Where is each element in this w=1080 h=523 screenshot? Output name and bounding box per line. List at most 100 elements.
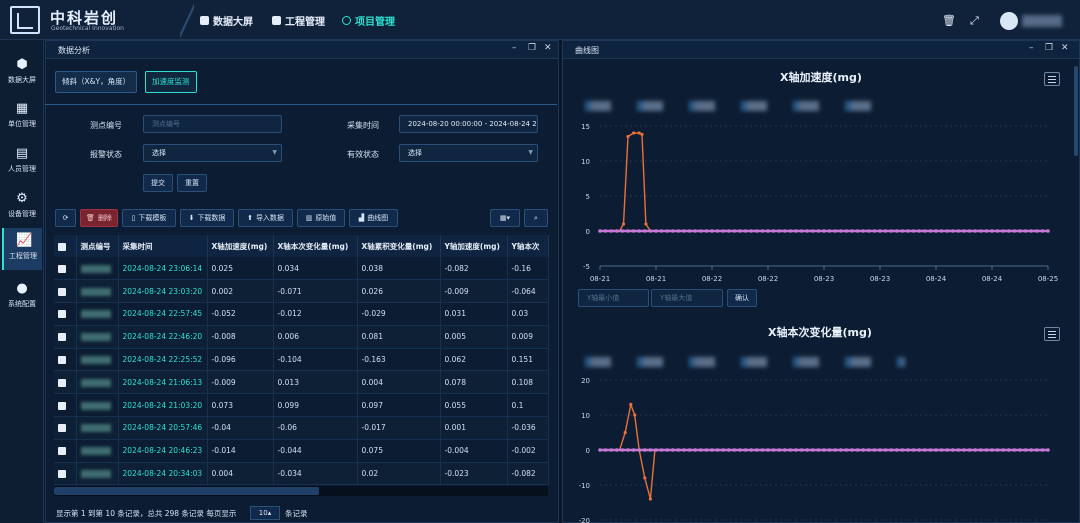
data-point (788, 229, 793, 233)
table-cell: 0.026 (357, 279, 441, 304)
table-row[interactable]: 2024-08-24 20:57:46 -0.04 -0.06 -0.017 0.001… (54, 416, 549, 440)
chart-legend[interactable] (585, 357, 905, 367)
fullscreen-icon[interactable]: ⤢ (970, 14, 979, 28)
download-data-button[interactable]: ⬇ 下载数据 (180, 209, 234, 227)
table-cell: -0.06 (273, 416, 358, 440)
chart-menu-icon[interactable] (1044, 327, 1060, 341)
nav-project-mgmt[interactable]: 工程管理 (272, 12, 325, 28)
sidebar-item-unit[interactable]: ▦ 单位管理 (2, 96, 42, 138)
chart-menu-icon[interactable] (1044, 72, 1060, 86)
alarm-select[interactable]: 选择 ▼ (143, 144, 282, 162)
restore-icon[interactable]: ❐ (528, 43, 536, 53)
sidebar-item-project[interactable]: 📈 工程管理 (2, 228, 42, 270)
data-point (693, 448, 697, 452)
time-range-input[interactable]: 2024-08-20 00:00:00 - 2024-08-24 2 (399, 115, 538, 133)
people-icon: ▤ (15, 146, 29, 161)
row-checkbox[interactable] (54, 348, 77, 372)
column-header[interactable]: Y轴加速度(mg) (440, 235, 508, 257)
scroll-thumb[interactable] (54, 487, 319, 495)
tab-tilt[interactable]: 倾斜（X&Y，角度） (55, 71, 138, 93)
table-row[interactable]: 2024-08-24 22:57:45 -0.052 -0.012 -0.029 0.0… (54, 302, 549, 326)
data-point (895, 448, 899, 452)
row-checkbox[interactable] (54, 302, 77, 326)
table-row[interactable]: 2024-08-24 20:34:03 0.004 -0.034 0.02 -0.023… (54, 462, 549, 486)
delete-button[interactable]: 🗑 删除 (80, 209, 118, 227)
user-name[interactable] (1022, 15, 1062, 27)
page-size-select[interactable]: 10▴ (250, 506, 280, 520)
data-point (844, 448, 849, 452)
close-icon[interactable]: ✕ (1061, 43, 1069, 53)
table-row[interactable]: 2024-08-24 23:06:14 0.025 0.034 0.038 -0.082… (54, 257, 549, 281)
download-template-button[interactable]: ▯ 下载模板 (122, 209, 176, 227)
column-header[interactable]: 采集时间 (118, 235, 208, 257)
sidebar-item-system[interactable]: ● 系统配置 (2, 276, 42, 318)
valid-select[interactable]: 选择 ▼ (399, 144, 538, 162)
column-header[interactable]: X轴累积变化量(mg) (357, 235, 441, 257)
tab-acceleration[interactable]: 加速度监测 (145, 71, 197, 93)
columns-button[interactable]: ▦▾ (490, 209, 520, 227)
data-point (760, 448, 765, 452)
row-checkbox[interactable] (54, 370, 77, 395)
submit-button[interactable]: 提交 (143, 174, 173, 192)
minimize-icon[interactable]: – (512, 43, 517, 53)
import-data-button[interactable]: ⬆ 导入数据 (238, 209, 293, 227)
vertical-scrollbar[interactable] (1074, 66, 1078, 156)
nav-data-screen[interactable]: 数据大屏 (200, 12, 253, 28)
table-row[interactable]: 2024-08-24 23:03:20 0.002 -0.071 0.026 -0.00… (54, 279, 549, 304)
row-checkbox[interactable] (54, 325, 77, 349)
data-point (939, 229, 944, 233)
y-tick-label: 5 (586, 193, 590, 201)
reset-button[interactable]: 重置 (177, 174, 207, 192)
column-header[interactable]: 测点编号 (76, 235, 119, 257)
data-point (822, 448, 826, 452)
sidebar-item-data-screen[interactable]: ⬢ 数据大屏 (2, 52, 42, 94)
y-min-input[interactable]: Y轴最小值 (578, 289, 649, 307)
table-row[interactable]: 2024-08-24 21:06:13 -0.009 0.013 0.004 0.078… (54, 370, 549, 395)
row-checkbox[interactable] (54, 416, 77, 440)
chart-legend[interactable] (585, 101, 885, 111)
sidebar-item-people[interactable]: ▤ 人员管理 (2, 141, 42, 183)
raw-value-button[interactable]: ▥ 原始值 (297, 209, 345, 227)
column-header[interactable]: X轴本次变化量(mg) (273, 235, 358, 257)
table-row[interactable]: 2024-08-24 21:03:20 0.073 0.099 0.097 0.055 0… (54, 393, 549, 418)
y-max-input[interactable]: Y轴最大值 (651, 289, 723, 307)
data-point (699, 448, 703, 452)
data-point (633, 413, 637, 417)
column-header[interactable]: X轴加速度(mg) (207, 235, 274, 257)
nav-item-mgmt[interactable]: 项目管理 (342, 12, 395, 28)
data-point (1023, 448, 1028, 452)
row-checkbox[interactable] (54, 439, 77, 463)
row-checkbox[interactable] (54, 257, 77, 281)
sidebar-item-device[interactable]: ⚙ 设备管理 (2, 186, 42, 228)
row-checkbox[interactable] (54, 393, 77, 418)
trash-icon[interactable]: 🗑 (942, 14, 956, 27)
column-header[interactable]: Y轴本次 (507, 235, 549, 257)
confirm-button[interactable]: 确认 (727, 289, 757, 307)
data-point (799, 448, 804, 452)
curve-button[interactable]: ▟ 曲线图 (349, 209, 398, 227)
table-row[interactable]: 2024-08-24 20:46:23 -0.014 -0.044 0.075 -0.0… (54, 439, 549, 463)
data-point (598, 229, 602, 233)
app-logo[interactable]: 中科岩创 Geotechnical Innovation (10, 4, 180, 36)
table-cell: 0.038 (357, 257, 441, 281)
restore-icon[interactable]: ❐ (1045, 43, 1053, 53)
data-point (945, 448, 949, 452)
minimize-icon[interactable]: – (1029, 43, 1034, 53)
close-icon[interactable]: ✕ (544, 43, 552, 53)
avatar[interactable] (1000, 12, 1018, 30)
table-cell: -0.082 (440, 257, 508, 281)
search-button[interactable]: ⌕ (524, 209, 548, 227)
row-checkbox[interactable] (54, 462, 77, 486)
data-point (783, 229, 787, 233)
panel-header: 曲线图 – ❐ ✕ (563, 41, 1079, 59)
table-row[interactable]: 2024-08-24 22:25:52 -0.096 -0.104 -0.163 0.0… (54, 348, 549, 372)
horizontal-scrollbar[interactable] (54, 486, 548, 496)
table-row[interactable]: 2024-08-24 22:46:20 -0.008 0.006 0.081 0.005… (54, 325, 549, 349)
data-point (951, 448, 955, 452)
point-input[interactable]: 测点编号 (143, 115, 282, 133)
data-point (883, 448, 888, 452)
data-point (771, 229, 776, 233)
row-checkbox[interactable] (54, 279, 77, 304)
refresh-button[interactable]: ⟳ (55, 209, 76, 227)
select-all-checkbox[interactable] (54, 235, 77, 257)
